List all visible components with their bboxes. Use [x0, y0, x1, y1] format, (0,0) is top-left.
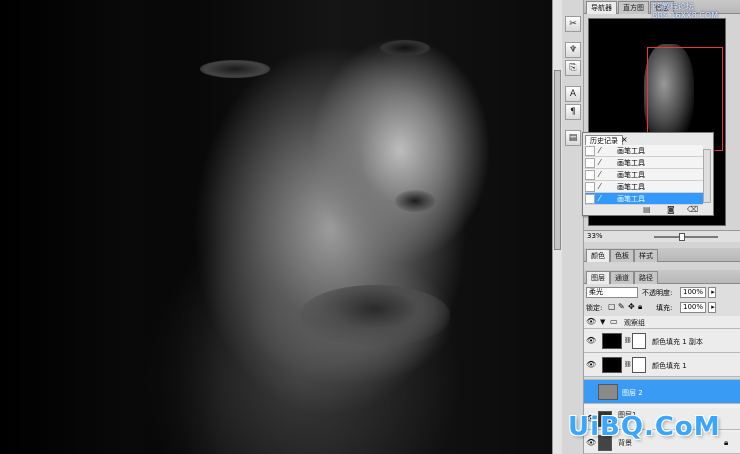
layer-group-row[interactable]: 👁︎ ▼ ▭ 观察组 — [584, 316, 740, 329]
history-scrollbar[interactable] — [703, 149, 711, 203]
clone-source-icon[interactable]: ⎘ — [565, 60, 581, 76]
brush-icon: ⁄ — [599, 182, 601, 191]
group-expand-icon[interactable]: ▼ — [600, 318, 605, 326]
lock-move-icon[interactable]: ✥ — [628, 302, 635, 311]
group-visibility-eye-icon[interactable]: 👁︎ — [586, 317, 596, 327]
history-item[interactable]: ⁄ 画笔工具 — [585, 181, 703, 193]
history-item-label: 画笔工具 — [617, 195, 645, 203]
opacity-label: 不透明度: — [642, 289, 673, 297]
tab-layers[interactable]: 图层 — [586, 271, 610, 284]
layer-row[interactable]: 👁︎ ⛓ 颜色填充 1 副本 — [584, 329, 740, 353]
lock-brush-icon[interactable]: ✎ — [618, 302, 625, 311]
fill-arrow-icon[interactable]: ▸ — [708, 302, 716, 313]
navigator-zoom-value[interactable]: 33% — [587, 232, 603, 240]
navigator-zoom-knob[interactable] — [679, 233, 685, 241]
link-chain-icon[interactable]: ⛓ — [624, 337, 632, 344]
layers-tabbar: 图层 通道 路径 — [584, 270, 740, 284]
lock-label: 锁定: — [586, 304, 603, 312]
photo-lips — [300, 285, 450, 345]
history-item-label: 画笔工具 — [617, 171, 645, 179]
layer-lock-icon: 🔒︎ — [724, 438, 729, 447]
brush-presets-icon[interactable]: ♆ — [565, 42, 581, 58]
history-item-label: 画笔工具 — [617, 183, 645, 191]
layer-thumbnail — [602, 333, 622, 349]
tab-navigator[interactable]: 导航器 — [586, 1, 617, 14]
character-icon[interactable]: A — [565, 86, 581, 102]
new-document-icon[interactable]: ▤ — [643, 205, 651, 214]
folder-icon: ▭ — [610, 317, 618, 326]
group-name: 观察组 — [624, 319, 645, 327]
opacity-input[interactable]: 100% — [680, 287, 706, 298]
layer-visibility-eye-icon[interactable]: 👁︎ — [586, 360, 596, 370]
brush-icon: ⁄ — [599, 158, 601, 167]
history-snapshot-box[interactable] — [585, 146, 595, 156]
layer-row-selected[interactable]: 图层 2 — [584, 380, 740, 404]
brush-icon: ⁄ — [599, 170, 601, 179]
document-canvas[interactable] — [0, 0, 552, 454]
right-panel-dock: 导航器 直方图 信息 33% 颜色 色板 样式 图层 通道 路径 柔光 不透明度… — [584, 0, 740, 454]
blend-mode-select[interactable]: 柔光 — [586, 287, 638, 298]
history-snapshot-box[interactable] — [585, 182, 595, 192]
photo-hair-shadow — [0, 0, 220, 454]
history-snapshot-box[interactable] — [585, 194, 595, 204]
history-close-icon[interactable]: × — [621, 135, 628, 144]
layer-name: 颜色填充 1 — [652, 362, 687, 370]
watermark-top-line1: PS教程论坛 — [652, 2, 694, 11]
photo-nose — [395, 190, 435, 212]
layer-comps-icon[interactable]: ▤ — [565, 130, 581, 146]
canvas-scroll-thumb[interactable] — [554, 70, 561, 250]
watermark-top: PS教程论坛 BBS.16XX8.COM — [652, 2, 738, 20]
photo-eye-right — [380, 40, 430, 56]
layer-thumbnail — [602, 357, 622, 373]
tab-styles[interactable]: 样式 — [634, 249, 658, 262]
paragraph-icon[interactable]: ¶ — [565, 104, 581, 120]
history-item[interactable]: ⁄ 画笔工具 — [585, 157, 703, 169]
history-snapshot-box[interactable] — [585, 170, 595, 180]
tab-color[interactable]: 颜色 — [586, 249, 610, 262]
layer-mask-thumbnail — [632, 357, 646, 373]
brush-icon: ⁄ — [599, 146, 601, 155]
history-panel[interactable]: 历史记录 × ⁄ 画笔工具 ⁄ 画笔工具 ⁄ 画笔工具 ⁄ 画笔工具 ⁄ 画笔工… — [582, 132, 714, 216]
layer-name: 颜色填充 1 副本 — [652, 338, 703, 346]
fill-label: 填充: — [656, 304, 673, 312]
watermark-top-line2: BBS.16XX8.COM — [652, 11, 719, 20]
tab-histogram[interactable]: 直方图 — [618, 1, 649, 14]
layers-options: 柔光 不透明度: 100% ▸ 锁定: ▢ ✎ ✥ 🔒︎ 填充: 100% ▸ — [584, 284, 740, 316]
trash-icon[interactable]: ⌫ — [687, 205, 698, 214]
history-item[interactable]: ⁄ 画笔工具 — [585, 169, 703, 181]
color-tabbar: 颜色 色板 样式 — [584, 248, 740, 262]
tools-icon[interactable]: ✂ — [565, 16, 581, 32]
photo-eye-left — [200, 60, 270, 78]
lock-pixels-icon[interactable]: ▢ — [608, 302, 616, 311]
tab-channels[interactable]: 通道 — [610, 271, 634, 284]
panel-icon-strip: ✂ ♆ ⎘ A ¶ ▤ — [562, 0, 584, 454]
layer-visibility-eye-icon[interactable]: 👁︎ — [586, 336, 596, 346]
layer-thumbnail — [598, 384, 618, 400]
navigator-zoom-bar: 33% — [584, 230, 740, 242]
opacity-arrow-icon[interactable]: ▸ — [708, 287, 716, 298]
lock-all-icon[interactable]: 🔒︎ — [638, 302, 642, 312]
tab-swatches[interactable]: 色板 — [610, 249, 634, 262]
navigator-zoom-slider[interactable] — [654, 236, 718, 238]
snapshot-camera-icon[interactable]: ◙ — [667, 205, 675, 214]
layer-mask-thumbnail — [632, 333, 646, 349]
watermark-bottom: UiBQ.CoM — [568, 412, 721, 442]
history-item-label: 画笔工具 — [617, 147, 645, 155]
layer-visibility-eye-icon[interactable] — [586, 387, 596, 397]
history-item-selected[interactable]: ⁄ 画笔工具 — [585, 193, 703, 205]
layer-row[interactable]: 👁︎ ⛓ 颜色填充 1 — [584, 353, 740, 377]
history-item[interactable]: ⁄ 画笔工具 — [585, 145, 703, 157]
brush-icon: ⁄ — [599, 194, 601, 203]
history-item-label: 画笔工具 — [617, 159, 645, 167]
history-snapshot-box[interactable] — [585, 158, 595, 168]
fill-input[interactable]: 100% — [680, 302, 706, 313]
layer-name: 图层 2 — [622, 389, 643, 397]
link-chain-icon[interactable]: ⛓ — [624, 361, 632, 368]
tab-paths[interactable]: 路径 — [634, 271, 658, 284]
canvas-vertical-scrollbar[interactable] — [552, 0, 562, 454]
